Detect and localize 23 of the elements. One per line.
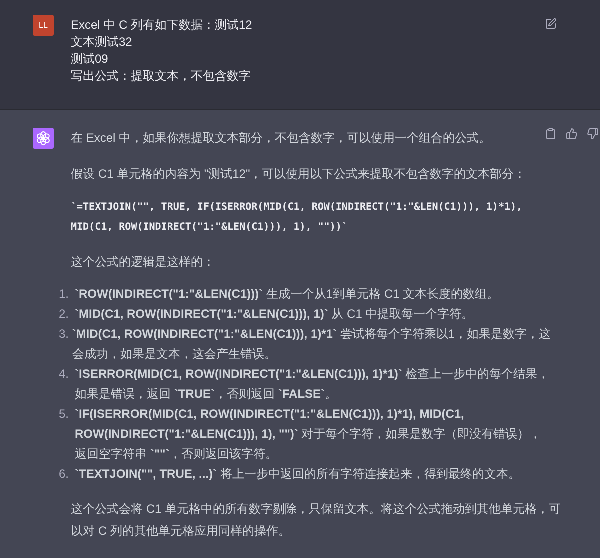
list-number: 4. — [59, 366, 70, 383]
list-item-text: `IF(ISERROR(MID(C1, ROW(INDIRECT("1:"&LEN(C1))), 1)*1), MID(C1, ROW(INDIRECT("1:"&LEN(C1))), 1), "")` 对于每个字符，如果是数字（即没有错误）， 返回空字符串 `""`，否则返回该字符。 — [75, 406, 542, 463]
list-number: 1. — [59, 286, 70, 303]
assumption-paragraph: 假设 C1 单元格的内容为 "测试12"，可以使用以下公式来提取不包含数字的文本部分： — [71, 166, 528, 183]
list-item-text: `ROW(INDIRECT("1:"&LEN(C1)))` 生成一个从1到单元格 C1 文本长度的数组。 — [75, 286, 500, 303]
list-number: 6. — [59, 466, 70, 483]
list-number: 3. — [59, 326, 70, 343]
thumbs-up-icon[interactable] — [566, 128, 578, 140]
list-number: 5. — [59, 406, 70, 423]
thumbs-down-icon[interactable] — [587, 128, 599, 140]
list-item-text: `ISERROR(MID(C1, ROW(INDIRECT("1:"&LEN(C1))), 1)*1)` 检查上一步中的每个结果， 如果是错误，返回 `TRUE`，否则返回 `FALSE`。 — [75, 366, 550, 403]
edit-icon[interactable] — [545, 18, 557, 30]
list-number: 2. — [59, 306, 70, 323]
formula-code: `=TEXTJOIN("", TRUE, IF(ISERROR(MID(C1, ROW(INDIRECT("1:"&LEN(C1))), 1)*1), MID(C1, ROW(INDIRECT("1:"&LEN(C1))), 1), ""))` — [71, 201, 524, 235]
list-item-text: `TEXTJOIN("", TRUE, ...)` 将上一步中返回的所有字符连接起来，得到最终的文本。 — [75, 466, 520, 483]
list-item-text: `MID(C1, ROW(INDIRECT("1:"&LEN(C1))), 1)` 从 C1 中提取每一个字符。 — [75, 306, 474, 323]
logic-heading: 这个公式的逻辑是这样的： — [71, 254, 216, 271]
conclusion-paragraph: 这个公式会将 C1 单元格中的所有数字剔除，只保留文本。将这个公式拖动到其他单元格，可 以对 C 列的其他单元格应用同样的操作。 — [71, 501, 562, 540]
intro-paragraph: 在 Excel 中，如果你想提取文本部分，不包含数字，可以使用一个组合的公式。 — [71, 130, 492, 147]
list-item-text: `MID(C1, ROW(INDIRECT("1:"&LEN(C1))), 1)*1` 尝试将每个字符乘以1，如果是数字，这 会成功，如果是文本，这会产生错误。 — [72, 326, 551, 363]
user-avatar: LL — [33, 15, 54, 36]
user-message: Excel 中 C 列有如下数据：测试12 文本测试32 测试09 写出公式：提取文本，不包含数字 — [71, 17, 252, 85]
copy-icon[interactable] — [545, 128, 557, 140]
